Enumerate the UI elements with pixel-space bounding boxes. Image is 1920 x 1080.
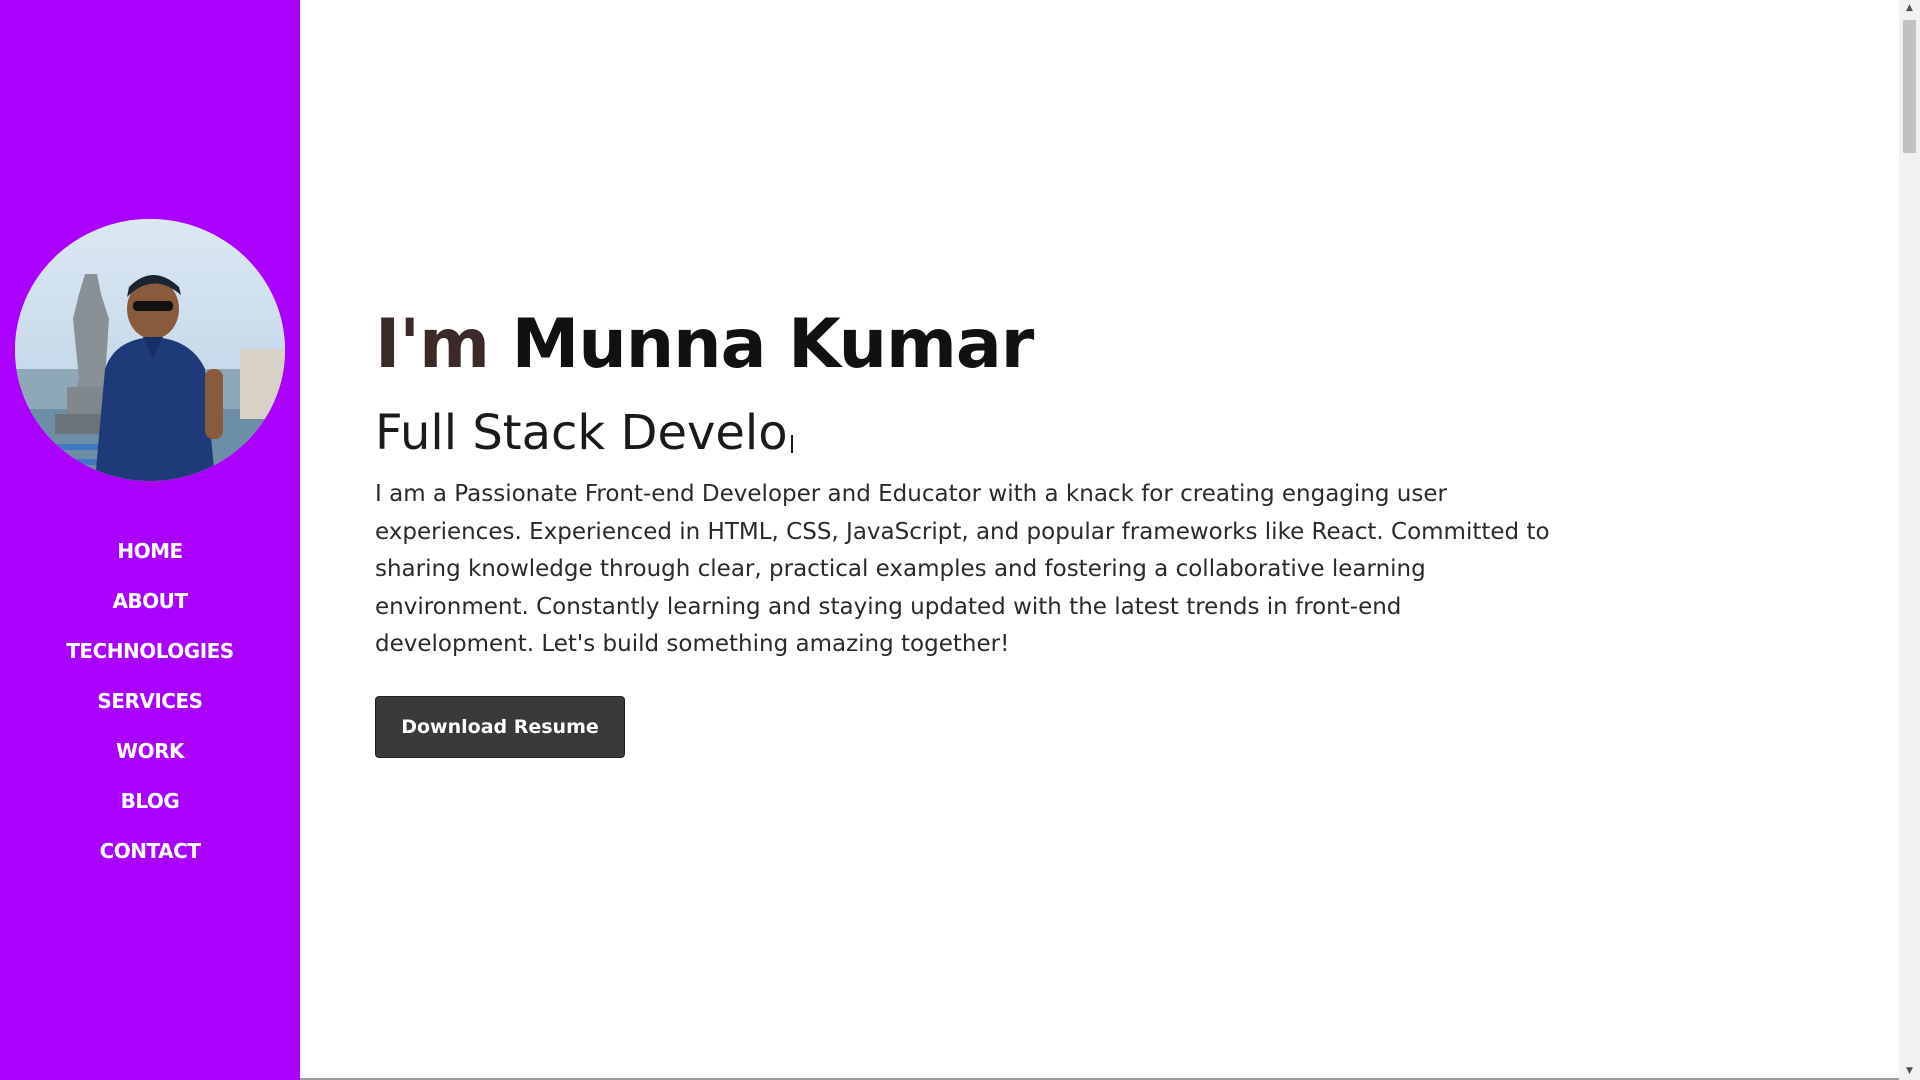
nav-link-services[interactable]: SERVICES [97, 689, 203, 713]
typing-cursor-icon [790, 435, 793, 453]
nav-item-technologies: TECHNOLOGIES [0, 626, 300, 676]
profile-avatar [15, 219, 285, 481]
triangle-up-icon[interactable]: ▲ [1899, 0, 1920, 17]
nav-link-work[interactable]: WORK [116, 739, 184, 763]
typed-role-text: Full Stack Develo [375, 405, 788, 461]
nav-item-services: SERVICES [0, 676, 300, 726]
nav-link-technologies[interactable]: TECHNOLOGIES [66, 639, 234, 663]
profile-photo-image [15, 219, 285, 481]
greeting-prefix: I'm [375, 305, 490, 384]
nav-item-home: HOME [0, 526, 300, 576]
sidebar: HOME ABOUT TECHNOLOGIES SERVICES WORK BL… [0, 0, 300, 1080]
nav-item-work: WORK [0, 726, 300, 776]
hero-section: I'm Munna Kumar Full Stack Develo I am a… [375, 300, 1575, 758]
page: HOME ABOUT TECHNOLOGIES SERVICES WORK BL… [0, 0, 1920, 1080]
vertical-scrollbar[interactable]: ▲ ▼ [1899, 0, 1920, 1080]
main-content: I'm Munna Kumar Full Stack Develo I am a… [300, 0, 1899, 1078]
nav-link-about[interactable]: ABOUT [112, 589, 188, 613]
nav-link-blog[interactable]: BLOG [121, 789, 180, 813]
nav-item-blog: BLOG [0, 776, 300, 826]
hero-name: Munna Kumar [511, 305, 1035, 384]
typed-role-subtitle: Full Stack Develo [375, 390, 1575, 476]
sidebar-nav: HOME ABOUT TECHNOLOGIES SERVICES WORK BL… [0, 526, 300, 876]
scrollbar-thumb[interactable] [1903, 20, 1916, 153]
download-resume-button[interactable]: Download Resume [375, 695, 625, 758]
hero-heading: I'm Munna Kumar [375, 300, 1575, 390]
bio-paragraph: I am a Passionate Front-end Developer an… [375, 481, 1550, 657]
nav-link-home[interactable]: HOME [117, 539, 183, 563]
nav-item-about: ABOUT [0, 576, 300, 626]
triangle-down-icon[interactable]: ▼ [1899, 1063, 1920, 1080]
nav-item-contact: CONTACT [0, 826, 300, 876]
nav-link-contact[interactable]: CONTACT [100, 839, 201, 863]
